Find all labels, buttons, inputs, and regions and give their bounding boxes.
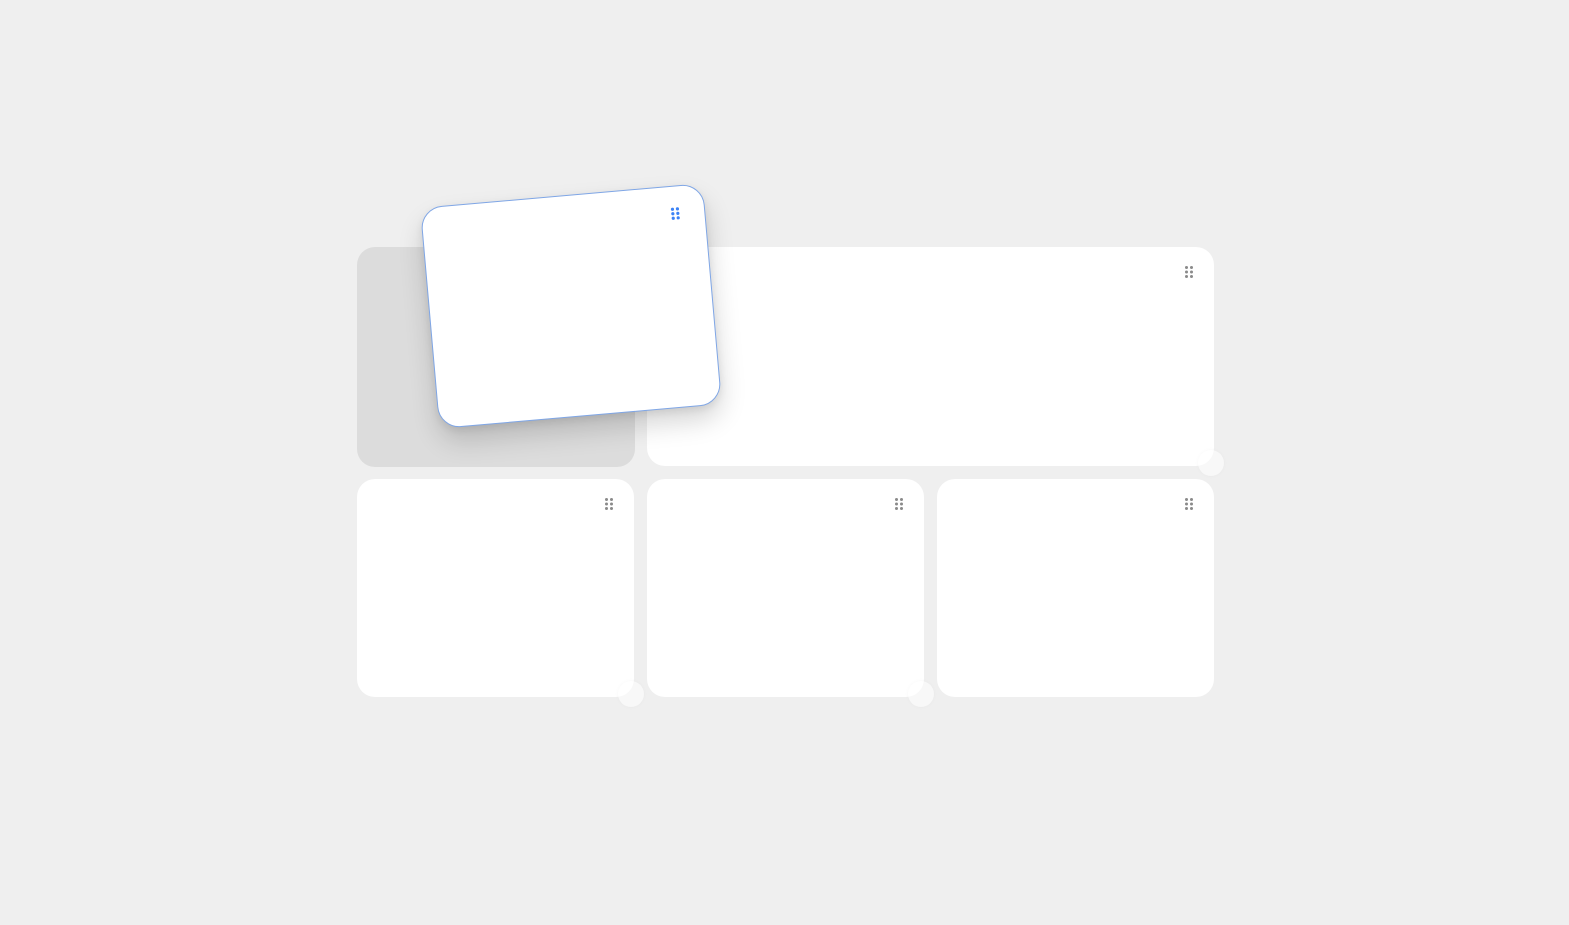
resize-handle-icon[interactable] <box>1198 450 1224 476</box>
drag-handle-icon[interactable] <box>604 497 614 511</box>
dashboard-grid <box>0 0 1569 925</box>
resize-handle-icon[interactable] <box>908 681 934 707</box>
drag-handle-icon[interactable] <box>894 497 904 511</box>
resize-handle-icon[interactable] <box>618 681 644 707</box>
widget-card-wide[interactable] <box>647 247 1224 476</box>
widget-card-bottom-1[interactable] <box>357 479 644 707</box>
drag-handle-icon[interactable] <box>670 206 681 221</box>
widget-card-dragging[interactable] <box>419 183 723 429</box>
drag-handle-icon[interactable] <box>1184 497 1194 511</box>
widget-card-bottom-2[interactable] <box>647 479 934 707</box>
widget-card-bottom-3[interactable] <box>937 479 1214 697</box>
drag-handle-icon[interactable] <box>1184 265 1194 279</box>
